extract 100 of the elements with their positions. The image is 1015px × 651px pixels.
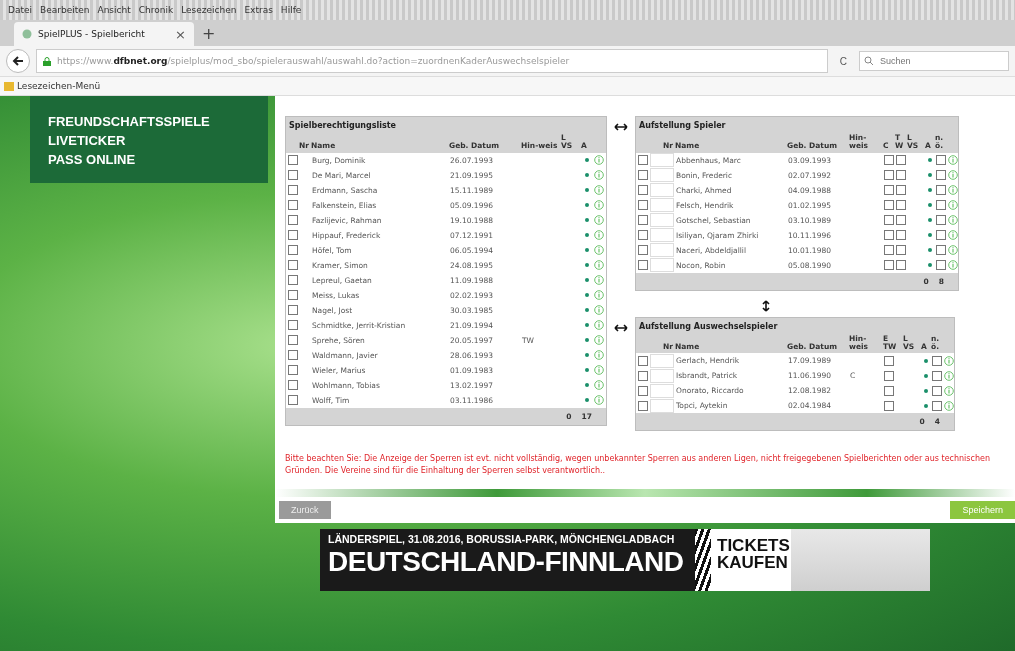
flag-checkbox[interactable]: [936, 215, 946, 225]
search-field[interactable]: Suchen: [859, 51, 1009, 71]
flag-checkbox[interactable]: [932, 400, 942, 411]
flag-checkbox[interactable]: [936, 185, 946, 195]
flag-checkbox[interactable]: [936, 245, 946, 255]
flag-checkbox[interactable]: [936, 155, 946, 165]
number-field[interactable]: [650, 383, 674, 398]
row-checkbox[interactable]: [288, 260, 298, 270]
row-checkbox[interactable]: [638, 245, 648, 255]
status-dot: [585, 188, 589, 192]
menu-item[interactable]: Datei: [8, 5, 32, 15]
flag-checkbox[interactable]: [884, 185, 894, 195]
row-checkbox[interactable]: [288, 305, 298, 315]
number-field[interactable]: [650, 183, 674, 197]
nav-link[interactable]: LIVETICKER: [48, 133, 250, 148]
row-checkbox[interactable]: [288, 230, 298, 240]
number-field[interactable]: [650, 353, 674, 368]
close-icon[interactable]: ×: [175, 26, 186, 42]
vertical-arrow-icon: [762, 299, 770, 312]
number-field[interactable]: [650, 198, 674, 212]
status-dot: [585, 158, 589, 162]
flag-checkbox[interactable]: [896, 155, 906, 165]
number-field[interactable]: [650, 243, 674, 257]
flag-checkbox[interactable]: [896, 200, 906, 210]
row-checkbox[interactable]: [638, 370, 648, 381]
row-checkbox[interactable]: [638, 170, 648, 180]
flag-checkbox[interactable]: [932, 385, 942, 396]
flag-checkbox[interactable]: [896, 245, 906, 255]
flag-checkbox[interactable]: [884, 370, 894, 381]
flag-checkbox[interactable]: [932, 355, 942, 366]
number-field[interactable]: [650, 258, 674, 272]
flag-checkbox[interactable]: [884, 245, 894, 255]
row-checkbox[interactable]: [288, 170, 298, 180]
tickets-link[interactable]: TICKETS KAUFEN: [711, 529, 791, 591]
status-dot: [585, 233, 589, 237]
row-checkbox[interactable]: [638, 355, 648, 366]
back-button[interactable]: [6, 49, 30, 73]
double-arrow-icon: [614, 123, 628, 131]
status-dot: [928, 203, 932, 207]
flag-checkbox[interactable]: [932, 370, 942, 381]
flag-checkbox[interactable]: [884, 385, 894, 396]
row-checkbox[interactable]: [288, 350, 298, 360]
flag-checkbox[interactable]: [884, 155, 894, 165]
bookmark-item[interactable]: Lesezeichen-Menü: [4, 81, 101, 91]
flag-checkbox[interactable]: [884, 260, 894, 270]
flag-checkbox[interactable]: [884, 170, 894, 180]
row-checkbox[interactable]: [638, 400, 648, 411]
flag-checkbox[interactable]: [884, 355, 894, 366]
menu-item[interactable]: Ansicht: [97, 5, 131, 15]
menu-item[interactable]: Extras: [244, 5, 273, 15]
flag-checkbox[interactable]: [896, 170, 906, 180]
row-checkbox[interactable]: [638, 155, 648, 165]
table-title: Aufstellung Auswechselspieler: [638, 320, 779, 333]
row-checkbox[interactable]: [638, 385, 648, 396]
flag-checkbox[interactable]: [936, 260, 946, 270]
menu-item[interactable]: Hilfe: [280, 5, 302, 15]
row-checkbox[interactable]: [288, 335, 298, 345]
reload-button[interactable]: C: [833, 55, 853, 67]
flag-checkbox[interactable]: [884, 200, 894, 210]
row-checkbox[interactable]: [638, 185, 648, 195]
flag-checkbox[interactable]: [936, 170, 946, 180]
menu-item[interactable]: Chronik: [138, 5, 174, 15]
address-field[interactable]: https://www.dfbnet.org/spielplus/mod_sbo/spielerauswahl/auswahl.do?action=zuordnenKaderAuswechselspieler: [36, 49, 828, 73]
row-checkbox[interactable]: [288, 290, 298, 300]
number-field[interactable]: [650, 228, 674, 242]
menu-item[interactable]: Lesezeichen: [181, 5, 237, 15]
row-checkbox[interactable]: [288, 155, 298, 165]
ad-banner[interactable]: LÄNDERSPIEL, 31.08.2016, BORUSSIA-PARK, MÖNCHENGLADBACH DEUTSCHLAND-FINNLAND TICKETS KAUFEN: [320, 529, 930, 591]
row-checkbox[interactable]: [288, 320, 298, 330]
flag-checkbox[interactable]: [896, 230, 906, 240]
number-field[interactable]: [650, 368, 674, 383]
row-checkbox[interactable]: [288, 185, 298, 195]
row-checkbox[interactable]: [288, 395, 298, 405]
number-field[interactable]: [650, 153, 674, 167]
row-checkbox[interactable]: [288, 245, 298, 255]
flag-checkbox[interactable]: [936, 200, 946, 210]
row-checkbox[interactable]: [288, 215, 298, 225]
nav-link[interactable]: FREUNDSCHAFTSSPIELE: [48, 114, 250, 129]
row-checkbox[interactable]: [638, 260, 648, 270]
flag-checkbox[interactable]: [884, 230, 894, 240]
row-checkbox[interactable]: [638, 230, 648, 240]
number-field[interactable]: [650, 168, 674, 182]
number-field[interactable]: [650, 213, 674, 227]
menu-item[interactable]: Bearbeiten: [40, 5, 90, 15]
row-checkbox[interactable]: [638, 215, 648, 225]
row-checkbox[interactable]: [288, 365, 298, 375]
new-tab-button[interactable]: +: [202, 23, 216, 43]
row-checkbox[interactable]: [288, 200, 298, 210]
flag-checkbox[interactable]: [896, 215, 906, 225]
nav-link[interactable]: PASS ONLINE: [48, 152, 250, 167]
flag-checkbox[interactable]: [896, 260, 906, 270]
flag-checkbox[interactable]: [884, 215, 894, 225]
row-checkbox[interactable]: [638, 200, 648, 210]
flag-checkbox[interactable]: [936, 230, 946, 240]
row-checkbox[interactable]: [288, 380, 298, 390]
row-checkbox[interactable]: [288, 275, 298, 285]
flag-checkbox[interactable]: [884, 400, 894, 411]
number-field[interactable]: [650, 398, 674, 413]
browser-tab[interactable]: SpielPLUS - Spielbericht ×: [14, 22, 194, 46]
flag-checkbox[interactable]: [896, 185, 906, 195]
